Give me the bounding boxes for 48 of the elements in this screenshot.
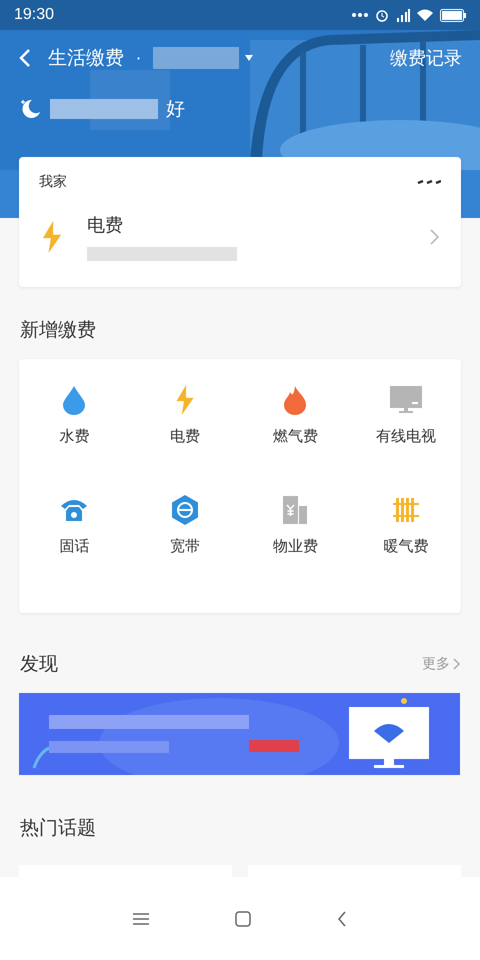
radiator-icon [392, 495, 420, 525]
moon-icon [18, 97, 42, 121]
back-icon[interactable] [18, 48, 32, 68]
section-title: 新增缴费 [19, 318, 97, 343]
service-item[interactable]: 燃气费 [240, 385, 350, 495]
card-title: 我家 [39, 173, 67, 191]
page-title: 生活缴费 [48, 46, 124, 71]
back-icon[interactable] [337, 910, 347, 926]
signal-icon [396, 8, 410, 22]
service-label: 电费 [170, 427, 200, 446]
service-item[interactable]: 宽带 [130, 495, 240, 605]
service-item[interactable]: 电费 [130, 385, 240, 495]
menu-icon[interactable] [133, 912, 149, 926]
more-dots-icon [352, 12, 368, 18]
water-drop-icon [61, 385, 88, 415]
status-time: 19:30 [14, 6, 54, 24]
service-label: 物业费 [272, 537, 318, 556]
service-label: 暖气费 [383, 537, 428, 556]
service-label: 有线电视 [376, 427, 436, 446]
battery-icon [440, 8, 466, 22]
title-separator: · [136, 48, 142, 68]
service-label: 固话 [59, 537, 90, 556]
service-label: 水费 [59, 427, 90, 446]
building-icon [282, 495, 308, 525]
payment-records-link[interactable]: 缴费记录 [390, 46, 462, 70]
chevron-right-icon [429, 229, 439, 245]
dropdown-caret-icon[interactable] [245, 55, 254, 61]
service-label: 燃气费 [272, 427, 318, 446]
bill-name: 电费 [87, 214, 124, 237]
tv-icon [390, 385, 422, 415]
more-icon[interactable] [417, 179, 441, 185]
wifi-icon [417, 9, 433, 21]
service-label: 宽带 [170, 537, 200, 556]
section-title: 发现 [20, 652, 58, 677]
bill-row[interactable]: 电费 [19, 201, 461, 277]
service-item[interactable]: 水费 [19, 385, 130, 495]
service-item[interactable]: 固话 [19, 495, 130, 605]
section-title: 热门话题 [19, 816, 97, 841]
service-item[interactable]: 物业费 [240, 495, 350, 605]
alarm-icon [375, 8, 389, 22]
flame-icon [282, 385, 308, 415]
service-item[interactable]: 有线电视 [350, 385, 461, 495]
home-icon[interactable] [235, 910, 251, 926]
chevron-right-icon [453, 658, 461, 670]
greeting-text: 好 [166, 97, 185, 122]
service-item[interactable]: 暖气费 [350, 495, 461, 605]
browser-e-icon [170, 495, 199, 525]
lightning-icon [174, 385, 196, 415]
